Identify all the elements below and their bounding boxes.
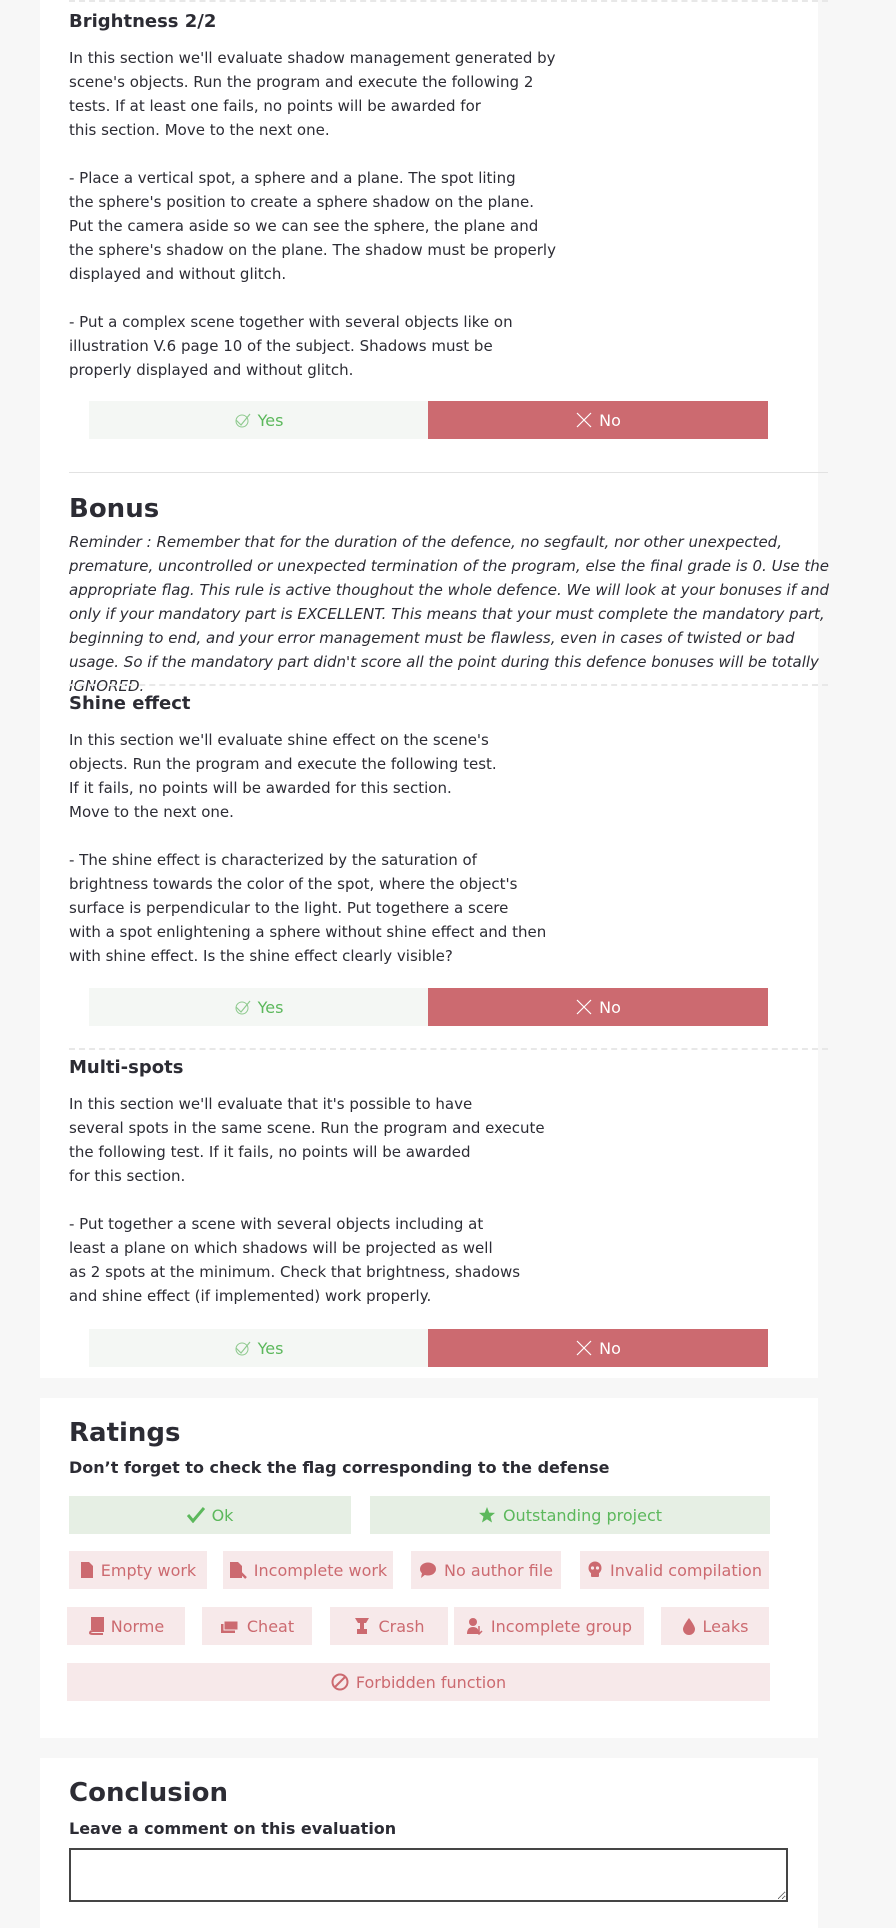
section-divider [69, 1048, 828, 1050]
flag-incomplete-group-label: Incomplete group [490, 1616, 633, 1636]
ratings-subtitle: Don’t forget to check the flag correspon… [69, 1458, 610, 1477]
no-button-multispots[interactable]: No [428, 1329, 768, 1367]
checkmark-icon [186, 1507, 205, 1523]
check-icon [235, 1000, 251, 1015]
flag-empty-work-label: Empty work [100, 1560, 197, 1580]
section-divider [69, 684, 828, 686]
ratings-title: Ratings [69, 1418, 181, 1448]
yes-button-brightness[interactable]: Yes [89, 401, 428, 439]
flag-no-author-file-label: No author file [443, 1560, 554, 1580]
flag-leaks-button[interactable]: Leaks [661, 1607, 769, 1645]
flag-forbidden-function-label: Forbidden function [355, 1672, 507, 1692]
flag-ok-label: Ok [211, 1505, 234, 1525]
close-icon [576, 1340, 592, 1356]
flag-cheat-label: Cheat [246, 1616, 295, 1636]
yes-button-shine[interactable]: Yes [89, 988, 428, 1026]
section-description-shine: In this section we'll evaluate shine eff… [69, 731, 547, 965]
flag-cheat-button[interactable]: Cheat [202, 1607, 312, 1645]
file-icon [80, 1562, 93, 1578]
flag-incomplete-group-button[interactable]: Incomplete group [454, 1607, 644, 1645]
droplet-icon [682, 1618, 695, 1635]
book-icon [88, 1617, 104, 1635]
bonus-title: Bonus [69, 494, 160, 524]
forbidden-icon [331, 1673, 349, 1691]
file-edit-icon [229, 1562, 247, 1579]
no-button-shine[interactable]: No [428, 988, 768, 1026]
star-icon [478, 1507, 495, 1523]
bonus-reminder: Reminder : Remember that for the duratio… [69, 533, 830, 695]
flag-invalid-compilation-label: Invalid compilation [610, 1560, 762, 1580]
cards-icon [220, 1620, 239, 1633]
flag-crash-label: Crash [378, 1616, 425, 1636]
conclusion-subtitle: Leave a comment on this evaluation [69, 1819, 397, 1838]
ratings-card: Ratings Don’t forget to check the flag c… [40, 1398, 818, 1738]
flag-empty-work-button[interactable]: Empty work [69, 1551, 207, 1589]
no-label: No [599, 1338, 621, 1358]
close-icon [576, 999, 592, 1015]
section-title-shine: Shine effect [69, 693, 191, 714]
flag-ok-button[interactable]: Ok [69, 1496, 351, 1534]
flag-crash-button[interactable]: Crash [330, 1607, 448, 1645]
conclusion-title: Conclusion [69, 1778, 229, 1808]
check-icon [235, 413, 251, 428]
flag-no-author-file-button[interactable]: No author file [411, 1551, 561, 1589]
no-label: No [599, 997, 621, 1017]
section-description-multispots: In this section we'll evaluate that it's… [69, 1095, 545, 1305]
yes-label: Yes [257, 1338, 284, 1358]
conclusion-card: Conclusion Leave a comment on this evalu… [40, 1758, 818, 1928]
section-title-brightness: Brightness 2/2 [69, 11, 217, 32]
no-label: No [599, 410, 621, 430]
yes-label: Yes [257, 410, 284, 430]
section-divider [69, 0, 828, 2]
flag-leaks-label: Leaks [702, 1616, 749, 1636]
scale-card: Brightness 2/2 In this section we'll eva… [40, 0, 829, 1378]
flag-norme-label: Norme [110, 1616, 165, 1636]
explosion-icon [355, 1618, 370, 1634]
flag-outstanding-label: Outstanding project [502, 1505, 663, 1525]
flag-invalid-compilation-button[interactable]: Invalid compilation [580, 1551, 769, 1589]
yes-label: Yes [257, 997, 284, 1017]
flag-norme-button[interactable]: Norme [67, 1607, 185, 1645]
user-icon [466, 1618, 483, 1635]
bonus-divider [69, 472, 828, 473]
flag-outstanding-button[interactable]: Outstanding project [370, 1496, 770, 1534]
flag-incomplete-work-label: Incomplete work [253, 1560, 388, 1580]
yes-button-multispots[interactable]: Yes [89, 1329, 428, 1367]
skull-icon [588, 1561, 602, 1577]
comment-textarea[interactable] [69, 1848, 788, 1902]
check-icon [235, 1341, 251, 1356]
speech-bubble-icon [419, 1562, 436, 1578]
section-title-multispots: Multi-spots [69, 1057, 184, 1078]
flag-incomplete-work-button[interactable]: Incomplete work [223, 1551, 393, 1589]
close-icon [576, 412, 592, 428]
flag-forbidden-function-button[interactable]: Forbidden function [67, 1663, 770, 1701]
section-description-brightness: In this section we'll evaluate shadow ma… [69, 49, 556, 379]
no-button-brightness[interactable]: No [428, 401, 768, 439]
